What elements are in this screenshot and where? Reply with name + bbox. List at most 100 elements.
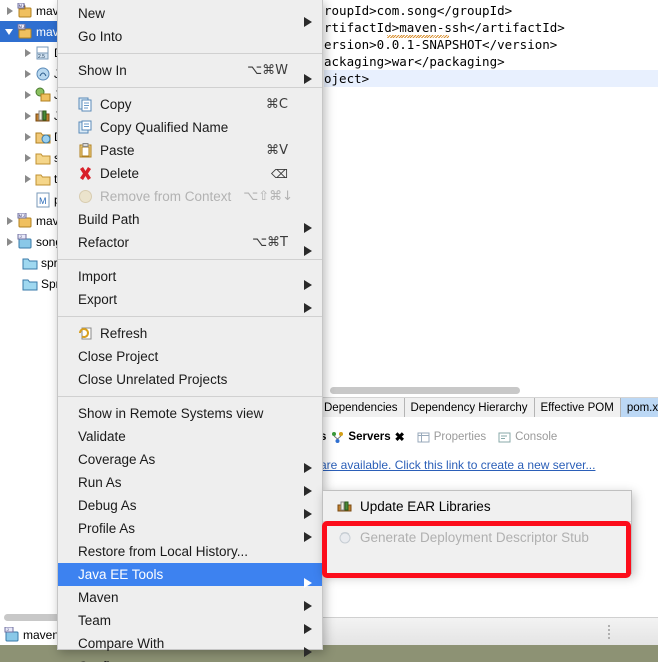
menu-item-compare-with-label: Compare With — [78, 636, 165, 651]
tab-servers-label: Servers — [348, 431, 391, 443]
menu-item-profile-as[interactable]: Profile As — [58, 517, 322, 542]
menu-item-copy-accel: ⌘C — [265, 97, 288, 112]
chevron-down-icon[interactable] — [4, 26, 15, 37]
menu-item-coverage-as-label: Coverage As — [78, 452, 156, 467]
tab-dependencies[interactable]: Dependencies — [318, 398, 405, 417]
menu-item-import[interactable]: Import — [58, 265, 322, 290]
menu-item-new[interactable]: New — [58, 2, 322, 27]
menu-item-debug-as[interactable]: Debug As — [58, 494, 322, 519]
menu-separator — [58, 53, 322, 54]
menu-item-run-as[interactable]: Run As — [58, 471, 322, 496]
menu-item-run-as-label: Run As — [78, 475, 122, 490]
chevron-right-icon[interactable] — [22, 173, 33, 184]
menu-separator — [58, 396, 322, 397]
tab-pom-xml[interactable]: pom.xml — [620, 398, 658, 417]
menu-item-refactor-accel: ⌥⌘T — [252, 235, 288, 250]
chevron-right-icon[interactable] — [4, 215, 15, 226]
menu-item-validate[interactable]: Validate — [58, 425, 322, 448]
tab-servers[interactable]: Servers ✖ — [326, 428, 411, 446]
menu-item-go-into[interactable]: Go Into — [58, 25, 322, 48]
chevron-right-icon[interactable] — [22, 110, 33, 121]
code-line-1: roupId>com.song</groupId> — [324, 3, 513, 18]
menu-item-copy-qualified-name[interactable]: Copy Qualified Name — [58, 116, 322, 139]
menu-item-paste-label: Paste — [100, 143, 135, 158]
chevron-right-icon[interactable] — [22, 152, 33, 163]
menu-item-export[interactable]: Export — [58, 288, 322, 313]
menu-item-delete[interactable]: Delete ⌫ — [58, 162, 322, 185]
menu-item-maven[interactable]: Maven — [58, 586, 322, 611]
menu-item-java-ee-tools[interactable]: Java EE Tools — [58, 563, 322, 588]
copy-icon — [78, 97, 93, 112]
menu-item-show-in[interactable]: Show In ⌥⌘W — [58, 59, 322, 84]
menu-item-build-path-label: Build Path — [78, 212, 140, 227]
maven-java-project-icon: J — [17, 233, 33, 250]
maven-java-project-icon: J — [4, 626, 20, 643]
java-ee-tools-submenu[interactable]: Update EAR Libraries Generate Deployment… — [322, 490, 632, 574]
bottom-view-tabs[interactable]: s Servers ✖ Properties Console — [318, 424, 658, 450]
tab-pom-xml-label: pom.xml — [626, 401, 658, 414]
menu-item-copy[interactable]: Copy ⌘C — [58, 93, 322, 116]
editor-scroll-thumb[interactable] — [330, 387, 520, 394]
tab-dependency-hierarchy-label: Dependency Hierarchy — [410, 401, 528, 414]
menu-item-delete-accel: ⌫ — [271, 166, 288, 181]
tab-effective-pom-label: Effective POM — [540, 401, 614, 414]
svg-text:M J: M J — [19, 3, 25, 8]
menu-item-team[interactable]: Team — [58, 609, 322, 634]
menu-item-refresh[interactable]: Refresh — [58, 322, 322, 345]
menu-item-configure[interactable]: Configure — [58, 655, 322, 662]
chevron-right-icon[interactable] — [4, 5, 15, 16]
menu-item-refactor[interactable]: Refactor ⌥⌘T — [58, 231, 322, 256]
pom-xml-editor[interactable]: roupId>com.song</groupId> rtifactId>mave… — [318, 0, 658, 386]
menu-item-compare-with[interactable]: Compare With — [58, 632, 322, 657]
generate-descriptor-icon — [337, 529, 353, 545]
menu-item-close-project[interactable]: Close Project — [58, 345, 322, 368]
menu-item-show-in-label: Show In — [78, 63, 127, 78]
code-line-4: ackaging>war</packaging> — [324, 54, 505, 69]
create-new-server-link[interactable]: are available. Click this link to create… — [320, 458, 595, 472]
tab-dependency-hierarchy[interactable]: Dependency Hierarchy — [404, 398, 535, 417]
pom-editor-tabs[interactable]: Dependencies Dependency Hierarchy Effect… — [318, 397, 658, 417]
project-context-menu[interactable]: New Go Into Show In ⌥⌘W Copy ⌘C Copy Qua… — [57, 0, 323, 662]
menu-item-remove-from-context-accel: ⌥⇧⌘↓ — [243, 189, 294, 204]
menu-item-delete-label: Delete — [100, 166, 140, 181]
menu-item-team-label: Team — [78, 613, 112, 628]
copy-qualified-icon — [78, 120, 93, 135]
menu-item-restore-from-local-history[interactable]: Restore from Local History... — [58, 540, 322, 563]
menu-item-refactor-label: Refactor — [78, 235, 130, 250]
tab-effective-pom[interactable]: Effective POM — [534, 398, 621, 417]
paste-icon — [78, 143, 93, 158]
menu-item-show-in-remote-systems-view[interactable]: Show in Remote Systems view — [58, 402, 322, 425]
tab-properties-label: Properties — [433, 431, 487, 443]
tab-console[interactable]: Console — [493, 429, 564, 446]
menu-item-coverage-as[interactable]: Coverage As — [58, 448, 322, 473]
code-line-3: ersion>0.0.1-SNAPSHOT</version> — [324, 37, 558, 52]
deployment-descriptor-icon: 2.5 — [35, 45, 51, 61]
submenu-item-update-ear-libraries[interactable]: Update EAR Libraries — [323, 494, 631, 518]
chevron-right-icon[interactable] — [22, 89, 33, 100]
menu-item-restore-from-local-history-label: Restore from Local History... — [78, 544, 249, 559]
tab-properties[interactable]: Properties — [412, 429, 493, 446]
maven-project-icon: M J — [17, 2, 33, 19]
editor-horizontal-scrollbar[interactable] — [322, 386, 652, 395]
chevron-right-icon[interactable] — [22, 47, 33, 58]
chevron-right-icon[interactable] — [22, 131, 33, 142]
chevron-right-icon[interactable] — [4, 236, 15, 247]
menu-item-close-unrelated-projects-label: Close Unrelated Projects — [78, 372, 228, 387]
menu-item-profile-as-label: Profile As — [78, 521, 136, 536]
menu-item-remove-from-context: Remove from Context ⌥⇧⌘↓ — [58, 185, 322, 208]
svg-text:M: M — [39, 196, 47, 206]
menu-item-close-unrelated-projects[interactable]: Close Unrelated Projects — [58, 368, 322, 391]
menu-item-build-path[interactable]: Build Path — [58, 208, 322, 233]
folder-icon — [35, 171, 51, 187]
menu-item-paste[interactable]: Paste ⌘V — [58, 139, 322, 162]
properties-icon — [417, 431, 430, 444]
close-icon[interactable]: ✖ — [395, 430, 405, 444]
bottom-status-strip — [318, 617, 658, 645]
chevron-right-icon[interactable] — [22, 68, 33, 79]
svg-text:2.5: 2.5 — [38, 54, 45, 60]
submenu-item-update-ear-libraries-label: Update EAR Libraries — [360, 498, 491, 514]
tree-row-label: mav — [36, 213, 59, 228]
tree-row-label: mav — [36, 24, 59, 39]
menu-item-paste-accel: ⌘V — [266, 143, 288, 158]
resize-handle-icon[interactable] — [607, 624, 611, 640]
